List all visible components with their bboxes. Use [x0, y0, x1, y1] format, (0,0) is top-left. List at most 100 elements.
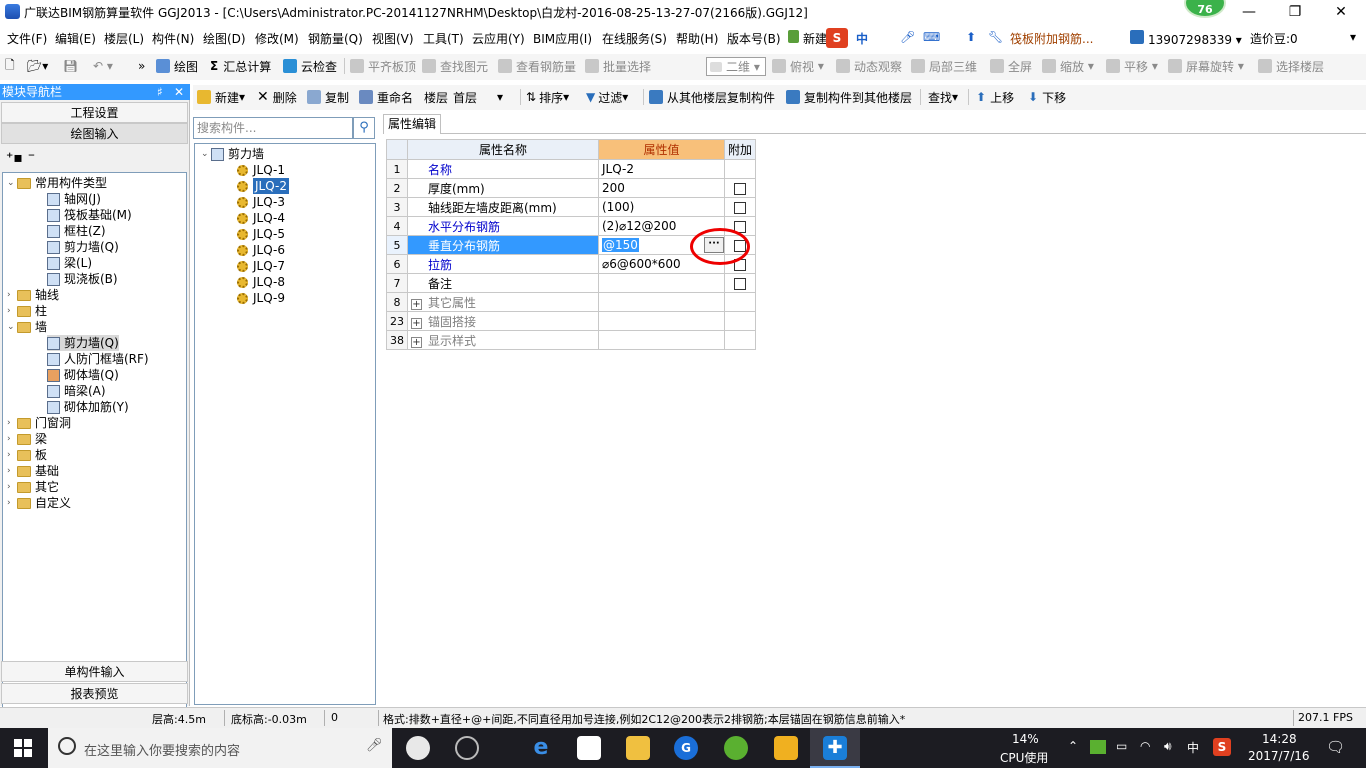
menu-version[interactable]: 版本号(B)	[727, 30, 781, 47]
extra-checkbox[interactable]	[734, 182, 746, 195]
action-center-icon[interactable]: 🗨︎	[1326, 738, 1345, 756]
property-group-row[interactable]: 23 + 锚固搭接	[386, 311, 756, 331]
volume-icon[interactable]: 🔊︎	[1164, 739, 1172, 754]
tree-item-masonry-wall[interactable]: 砌体墙(Q)	[47, 367, 119, 383]
property-row[interactable]: 2 厚度(mm) 200	[386, 178, 756, 198]
component-root[interactable]: ⌄ 剪力墙	[201, 146, 264, 162]
expand-icon[interactable]: +	[411, 336, 422, 348]
move-up-button[interactable]: ⬆ 上移	[976, 88, 1014, 106]
component-item[interactable]: JLQ-7	[237, 258, 285, 274]
microphone-icon[interactable]: 🎤︎	[366, 738, 383, 753]
tree-item-cast-slab[interactable]: 现浇板(B)	[47, 271, 118, 287]
copy-to-floor-button[interactable]: 复制构件到其他楼层	[786, 88, 912, 106]
cloud-check-button[interactable]: 云检查	[283, 57, 337, 75]
toolbar-overflow-icon[interactable]: »	[138, 57, 145, 75]
move-down-button[interactable]: ⬇ 下移	[1028, 88, 1066, 106]
copy-from-floor-button[interactable]: 从其他楼层复制构件	[649, 88, 775, 106]
save-icon[interactable]: 💾︎	[63, 57, 78, 75]
minimize-button[interactable]: —	[1226, 0, 1272, 24]
flat-top-button[interactable]: 平齐板顶	[350, 57, 416, 75]
extra-checkbox[interactable]	[734, 277, 746, 290]
tree-folder-common[interactable]: ⌄ 常用构件类型	[7, 175, 107, 191]
menu-online[interactable]: 在线服务(S)	[602, 30, 667, 47]
menu-modify[interactable]: 修改(M)	[255, 30, 299, 47]
report-preview-button[interactable]: 报表预览	[1, 683, 188, 704]
dynamic-view-button[interactable]: 动态观察	[836, 57, 902, 75]
component-search-input[interactable]: 搜索构件...	[193, 117, 353, 139]
keyboard-icon[interactable]: ⌨	[923, 30, 940, 44]
find-element-button[interactable]: 查找图元	[422, 57, 488, 75]
component-item[interactable]: JLQ-3	[237, 194, 285, 210]
menu-floor[interactable]: 楼层(L)	[104, 30, 144, 47]
property-value[interactable]: 200	[598, 178, 725, 198]
open-folder-icon[interactable]: 📂︎▾	[27, 57, 48, 75]
tab-property-edit[interactable]: 属性编辑	[383, 114, 441, 134]
property-group-row[interactable]: 38 + 显示样式	[386, 330, 756, 350]
undo-icon[interactable]: ↶ ▾	[93, 57, 113, 75]
menu-new[interactable]: 新建	[788, 30, 827, 47]
menu-rebar-qty[interactable]: 钢筋量(Q)	[308, 30, 363, 47]
extra-checkbox[interactable]	[734, 201, 746, 214]
pin-icon[interactable]: ♯	[157, 84, 163, 100]
single-component-input-button[interactable]: 单构件输入	[1, 661, 188, 682]
file-explorer-icon[interactable]	[626, 736, 650, 760]
tree-item-grid[interactable]: 轴网(J)	[47, 191, 101, 207]
menu-cloud[interactable]: 云应用(Y)	[472, 30, 525, 47]
notice-link[interactable]: 筏板附加钢筋...	[1010, 30, 1093, 47]
user-account[interactable]: 13907298339 ▾	[1130, 30, 1242, 47]
tree-folder-foundation[interactable]: › 基础	[7, 463, 59, 479]
restore-button[interactable]: ❐	[1272, 0, 1318, 24]
search-icon[interactable]: ⚲	[353, 117, 375, 139]
component-item[interactable]: JLQ-8	[237, 274, 285, 290]
active-app-slot[interactable]: ✚	[810, 728, 860, 768]
expand-all-icon[interactable]: ⁺▪ ⁻	[6, 150, 35, 166]
clock-date[interactable]: 2017/7/16	[1248, 749, 1310, 763]
tray-expand-icon[interactable]: ⌃	[1068, 739, 1078, 753]
tree-folder-door-window[interactable]: › 门窗洞	[7, 415, 71, 431]
notes-app-icon[interactable]	[774, 736, 798, 760]
menu-edit[interactable]: 编辑(E)	[55, 30, 96, 47]
floor-select[interactable]: 首层 ▾	[453, 88, 515, 106]
tree-folder-column[interactable]: › 柱	[7, 303, 47, 319]
tree-item-frame-column[interactable]: 框柱(Z)	[47, 223, 106, 239]
ime-indicator[interactable]: 中	[1187, 739, 1199, 756]
pinwheel-app-icon[interactable]	[406, 736, 430, 760]
score-badge[interactable]: 76	[1184, 0, 1226, 18]
tree-item-civil-defense-wall[interactable]: 人防门框墙(RF)	[47, 351, 149, 367]
tree-item-shear-wall-selected[interactable]: 剪力墙(Q)	[47, 335, 119, 351]
tree-folder-axis[interactable]: › 轴线	[7, 287, 59, 303]
property-group[interactable]: + 锚固搭接	[407, 311, 599, 331]
local-3d-button[interactable]: 局部三维	[911, 57, 977, 75]
property-group[interactable]: + 显示样式	[407, 330, 599, 350]
tree-folder-custom[interactable]: › 自定义	[7, 495, 71, 511]
sogou-tray-icon[interactable]: S	[1213, 738, 1231, 756]
tree-item-shear-wall[interactable]: 剪力墙(Q)	[47, 239, 119, 255]
ggj-app-icon[interactable]: ✚	[823, 736, 847, 760]
taskbar-search[interactable]: 在这里输入你要搜索的内容 🎤︎	[48, 728, 392, 768]
browser-swirl-icon[interactable]	[455, 736, 479, 760]
component-item[interactable]: JLQ-1	[237, 162, 285, 178]
draw-button[interactable]: 绘图	[156, 57, 198, 75]
property-value[interactable]: JLQ-2	[598, 159, 725, 179]
tree-folder-beam[interactable]: › 梁	[7, 431, 47, 447]
upload-icon[interactable]: ⬆	[966, 30, 976, 44]
view-mode-select[interactable]: 二维 ▾	[706, 57, 766, 76]
copy-button[interactable]: 复制	[307, 88, 349, 106]
tree-item-hidden-beam[interactable]: 暗梁(A)	[47, 383, 106, 399]
close-panel-icon[interactable]: ✕	[174, 84, 184, 100]
new-file-icon[interactable]: 🗋︎	[5, 57, 15, 75]
component-item-selected[interactable]: JLQ-2	[237, 178, 289, 194]
edge-browser-icon[interactable]: e	[529, 736, 553, 760]
view-rebar-button[interactable]: 查看钢筋量	[498, 57, 576, 75]
select-floor-button[interactable]: 选择楼层	[1258, 57, 1324, 75]
wrench-icon[interactable]: 🔧︎	[988, 30, 1003, 44]
tree-item-masonry-rebar[interactable]: 砌体加筋(Y)	[47, 399, 129, 415]
component-item[interactable]: JLQ-9	[237, 290, 285, 306]
tree-item-beam[interactable]: 梁(L)	[47, 255, 92, 271]
component-item[interactable]: JLQ-4	[237, 210, 285, 226]
rename-button[interactable]: 重命名	[359, 88, 413, 106]
property-row[interactable]: 3 轴线距左墙皮距离(mm) (100)	[386, 197, 756, 217]
menu-help[interactable]: 帮助(H)	[676, 30, 718, 47]
property-row[interactable]: 7 备注	[386, 273, 756, 293]
battery-icon[interactable]: ▭	[1116, 739, 1127, 753]
